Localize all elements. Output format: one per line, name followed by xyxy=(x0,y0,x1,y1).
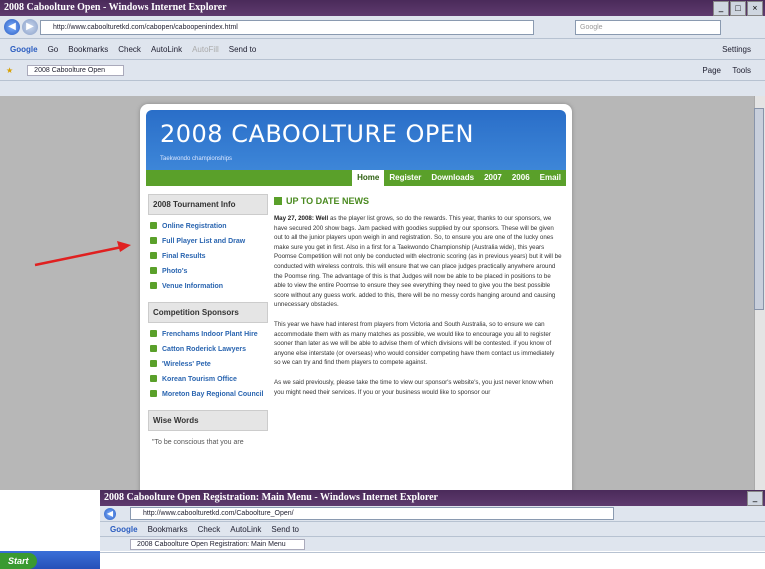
tab-row: ★ 2008 Caboolture Open Page Tools xyxy=(0,60,765,81)
window2-toolbar-autolink[interactable]: AutoLink xyxy=(230,525,261,534)
link-final-results[interactable]: Final Results xyxy=(148,249,268,264)
page-viewport: 2008 CABOOLTURE OPEN Taekwondo champions… xyxy=(0,96,765,490)
window-controls: _ □ × xyxy=(713,1,763,16)
command-tools[interactable]: Tools xyxy=(732,66,751,75)
news-paragraph-1: May 27, 2008: Well as the player list gr… xyxy=(274,214,562,310)
toolbar-bookmarks[interactable]: Bookmarks xyxy=(68,45,108,54)
window2-google-logo: Google xyxy=(110,524,138,534)
window2-controls: _ xyxy=(747,491,763,506)
site-title: 2008 CABOOLTURE OPEN xyxy=(160,120,474,148)
news-paragraph-2: This year we have had interest from play… xyxy=(274,320,555,367)
browser-window-registration: 2008 Caboolture Open Registration: Main … xyxy=(100,490,765,553)
window2-address-row: ◀ http://www.caboolturetkd.com/Cabooltur… xyxy=(100,506,765,522)
google-toolbar: Google Go Bookmarks Check AutoLink AutoF… xyxy=(0,39,765,60)
favorites-star-icon[interactable]: ★ xyxy=(6,66,13,75)
window2-toolbar-sendto[interactable]: Send to xyxy=(271,525,299,534)
vertical-scrollbar[interactable] xyxy=(754,96,765,490)
link-sponsor-catton[interactable]: Catton Roderick Lawyers xyxy=(148,342,268,357)
browser-window-main: 2008 Caboolture Open - Windows Internet … xyxy=(0,0,765,96)
window2-title: 2008 Caboolture Open Registration: Main … xyxy=(104,492,438,503)
nav-2007[interactable]: 2007 xyxy=(479,170,507,186)
sidebar-heading-wise-words: Wise Words xyxy=(148,410,268,431)
browser-tab[interactable]: 2008 Caboolture Open xyxy=(27,64,125,76)
sidebar: 2008 Tournament Info Online Registration… xyxy=(148,194,268,450)
window2-minimize-button[interactable]: _ xyxy=(747,491,763,506)
back-button[interactable]: ◀ xyxy=(4,19,20,35)
window2-back-button[interactable]: ◀ xyxy=(104,507,116,520)
link-sponsor-frenchams[interactable]: Frenchams Indoor Plant Hire xyxy=(148,327,268,342)
window-title: 2008 Caboolture Open - Windows Internet … xyxy=(4,2,227,13)
window2-title-bar: 2008 Caboolture Open Registration: Main … xyxy=(100,490,765,506)
news-paragraph-3: As we said previously, please take the t… xyxy=(274,378,554,396)
scrollbar-thumb[interactable] xyxy=(754,108,764,310)
toolbar-sendto[interactable]: Send to xyxy=(229,45,257,54)
minimize-button[interactable]: _ xyxy=(713,1,729,16)
toolbar-check[interactable]: Check xyxy=(118,45,141,54)
forward-button[interactable]: ▶ xyxy=(22,19,38,35)
sidebar-heading-sponsors: Competition Sponsors xyxy=(148,302,268,323)
command-page[interactable]: Page xyxy=(702,66,721,75)
close-button[interactable]: × xyxy=(747,1,763,16)
wise-words-quote: "To be conscious that you are xyxy=(152,439,244,446)
maximize-button[interactable]: □ xyxy=(730,1,746,16)
window2-google-toolbar: Google Bookmarks Check AutoLink Send to xyxy=(100,522,765,537)
toolbar-autolink[interactable]: AutoLink xyxy=(151,45,182,54)
nav-home[interactable]: Home xyxy=(352,170,385,186)
window2-tab-row: 2008 Caboolture Open Registration: Main … xyxy=(100,537,765,553)
news-date: May 27, 2008: Well xyxy=(274,215,329,222)
news-heading: UP TO DATE NEWS xyxy=(274,196,562,206)
link-venue[interactable]: Venue Information xyxy=(148,279,268,294)
window2-browser-tab[interactable]: 2008 Caboolture Open Registration: Main … xyxy=(130,539,305,550)
link-online-registration[interactable]: Online Registration xyxy=(148,219,268,234)
search-input[interactable]: Google xyxy=(575,19,721,35)
link-player-list[interactable]: Full Player List and Draw xyxy=(148,234,268,249)
site-subtitle: Taekwondo championships xyxy=(160,156,233,162)
news-text-1: as the player list grows, so do the rewa… xyxy=(274,215,562,309)
start-button[interactable]: Start xyxy=(0,553,37,569)
toolbar-go[interactable]: Go xyxy=(48,45,59,54)
site-banner: 2008 CABOOLTURE OPEN Taekwondo champions… xyxy=(146,110,566,170)
link-photos[interactable]: Photo's xyxy=(148,264,268,279)
nav-2006[interactable]: 2006 xyxy=(507,170,535,186)
link-sponsor-wireless-pete[interactable]: 'Wireless' Pete xyxy=(148,357,268,372)
toolbar-autofill[interactable]: AutoFill xyxy=(192,45,219,54)
toolbar-settings[interactable]: Settings xyxy=(722,45,751,54)
news-section: UP TO DATE NEWS May 27, 2008: Well as th… xyxy=(274,196,562,407)
nav-register[interactable]: Register xyxy=(384,170,426,186)
link-sponsor-moreton-bay[interactable]: Moreton Bay Regional Council xyxy=(148,387,268,402)
address-bar[interactable]: http://www.caboolturetkd.com/cabopen/cab… xyxy=(40,19,534,35)
window-title-bar: 2008 Caboolture Open - Windows Internet … xyxy=(0,0,765,16)
window2-toolbar-check[interactable]: Check xyxy=(198,525,221,534)
nav-downloads[interactable]: Downloads xyxy=(426,170,479,186)
window2-address-bar[interactable]: http://www.caboolturetkd.com/Caboolture_… xyxy=(130,507,614,520)
nav-email[interactable]: Email xyxy=(535,170,566,186)
window2-toolbar-bookmarks[interactable]: Bookmarks xyxy=(148,525,188,534)
site-page: 2008 CABOOLTURE OPEN Taekwondo champions… xyxy=(140,104,572,490)
link-sponsor-korean-tourism[interactable]: Korean Tourism Office xyxy=(148,372,268,387)
sidebar-heading-tournament: 2008 Tournament Info xyxy=(148,194,268,215)
site-nav: Home Register Downloads 2007 2006 Email xyxy=(146,170,566,186)
google-logo: Google xyxy=(10,44,38,54)
address-row: ◀ ▶ http://www.caboolturetkd.com/cabopen… xyxy=(0,16,765,39)
taskbar: Start xyxy=(0,551,100,569)
